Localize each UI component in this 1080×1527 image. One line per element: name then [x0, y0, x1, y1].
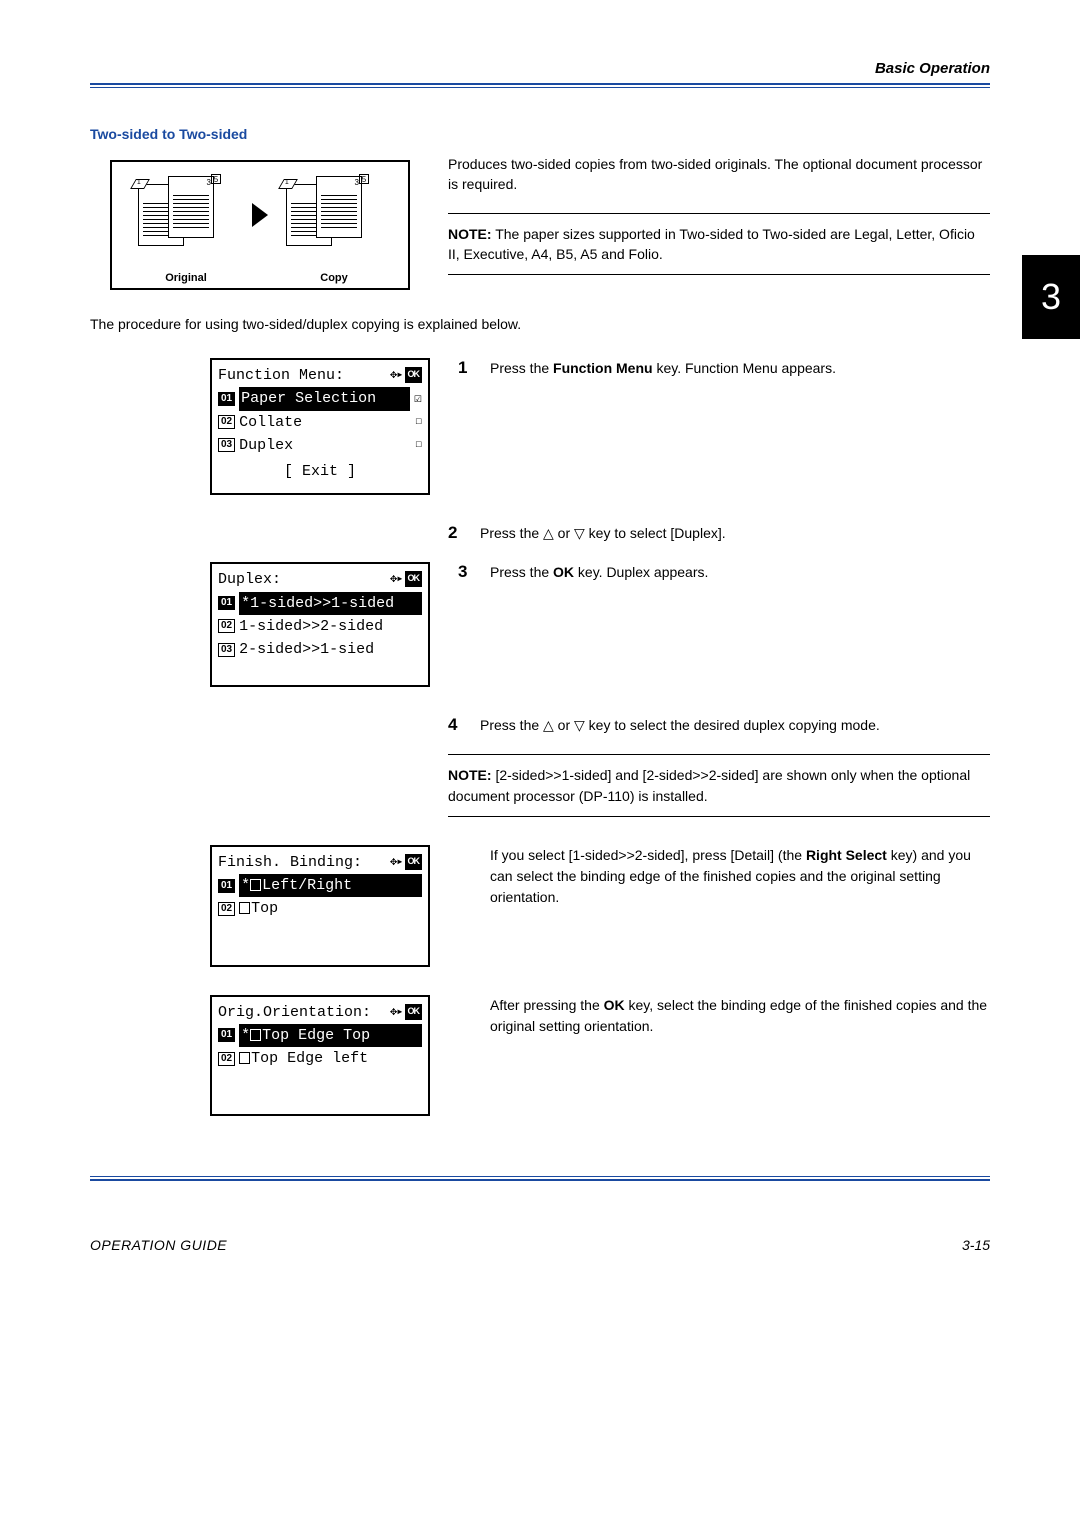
- square-icon: ☐: [415, 414, 422, 431]
- binding-top-icon: [239, 902, 250, 914]
- footer-rule-thick: [90, 1179, 990, 1181]
- lcd4-row1-num: 01: [218, 1028, 235, 1042]
- lcd2-row1-text: *1-sided>>1-sided: [239, 592, 422, 615]
- select-detail-text: If you select [1-sided>>2-sided], press …: [458, 845, 990, 908]
- lcd2-row3-num: 03: [218, 643, 235, 657]
- nav-ok-icon-2: ✥▸OK: [390, 570, 422, 589]
- step1-text: Press the Function Menu key. Function Me…: [490, 358, 990, 379]
- step4-number: 4: [448, 715, 466, 735]
- step2-number: 2: [448, 523, 466, 543]
- nav-ok-icon-3: ✥▸OK: [390, 853, 422, 872]
- duplex-diagram: 1 3 3 5 1 3 3: [110, 160, 410, 290]
- header-rule-thick: [90, 83, 990, 85]
- procedure-intro: The procedure for using two-sided/duplex…: [90, 316, 990, 332]
- lcd1-row1-num: 01: [218, 392, 235, 406]
- header-rule-thin: [90, 87, 990, 88]
- lcd3-row1-text: *Left/Right: [239, 874, 422, 897]
- lcd2-row2-num: 02: [218, 619, 235, 633]
- lcd1-exit: [ Exit ]: [218, 457, 422, 483]
- lcd1-row3-num: 03: [218, 438, 235, 452]
- lcd4-title: Orig.Orientation:: [218, 1001, 371, 1024]
- note1-label: NOTE:: [448, 226, 492, 242]
- fold-num-l1: 1: [137, 179, 141, 186]
- lcd4-row2-text: Top Edge left: [239, 1047, 422, 1070]
- footer-page: 3-15: [962, 1237, 990, 1253]
- after-ok-text: After pressing the OK key, select the bi…: [458, 995, 990, 1037]
- lcd-orig-orientation: Orig.Orientation: ✥▸OK 01 *Top Edge Top …: [210, 995, 430, 1117]
- header-section: Basic Operation: [90, 60, 990, 81]
- lcd1-row2-num: 02: [218, 415, 235, 429]
- nav-ok-icon-4: ✥▸OK: [390, 1003, 422, 1022]
- lcd3-row2-text: Top: [239, 897, 422, 920]
- step4-text: Press the △ or ▽ key to select the desir…: [480, 715, 990, 736]
- nav-ok-icon: ✥▸OK: [390, 366, 422, 385]
- intro-text: Produces two-sided copies from two-sided…: [448, 154, 990, 195]
- dup-num-r: 5: [359, 174, 369, 184]
- lcd3-row2-num: 02: [218, 902, 235, 916]
- lcd2-row3-text: 2-sided>>1-sied: [239, 638, 422, 661]
- note2-label: NOTE:: [448, 767, 492, 783]
- binding-lr-icon: [250, 879, 261, 891]
- step1-number: 1: [458, 358, 476, 378]
- lcd-finish-binding: Finish. Binding: ✥▸OK 01 *Left/Right 02 …: [210, 845, 430, 967]
- orient-top-icon: [250, 1029, 261, 1041]
- note2-text: [2-sided>>1-sided] and [2-sided>>2-sided…: [448, 767, 970, 803]
- dup-num-l: 5: [211, 174, 221, 184]
- square-icon-2: ☐: [415, 437, 422, 454]
- arrow-icon: [252, 203, 268, 227]
- lcd1-row1-text: Paper Selection: [239, 387, 410, 410]
- lcd3-title: Finish. Binding:: [218, 851, 362, 874]
- lcd1-row3-text: Duplex: [239, 434, 411, 457]
- lcd2-title: Duplex:: [218, 568, 281, 591]
- fold-num-r1: 1: [285, 179, 289, 186]
- note-block-2: NOTE: [2-sided>>1-sided] and [2-sided>>2…: [448, 754, 990, 817]
- note1-text: The paper sizes supported in Two-sided t…: [448, 226, 975, 262]
- diagram-copy-label: Copy: [274, 272, 394, 284]
- lcd2-row1-num: 01: [218, 596, 235, 610]
- lcd2-row2-text: 1-sided>>2-sided: [239, 615, 422, 638]
- lcd4-row1-text: *Top Edge Top: [239, 1024, 422, 1047]
- lcd1-title: Function Menu:: [218, 364, 344, 387]
- lcd1-row2-text: Collate: [239, 411, 411, 434]
- lcd3-row1-num: 01: [218, 879, 235, 893]
- footer-guide: OPERATION GUIDE: [90, 1237, 227, 1253]
- lcd-function-menu: Function Menu: ✥▸OK 01 Paper Selection ☑…: [210, 358, 430, 495]
- footer-rule-thin: [90, 1176, 990, 1177]
- check-icon: ☑: [414, 389, 422, 409]
- step3-text: Press the OK key. Duplex appears.: [490, 562, 990, 583]
- lcd4-row2-num: 02: [218, 1052, 235, 1066]
- note-block-1: NOTE: The paper sizes supported in Two-s…: [448, 213, 990, 276]
- orient-left-icon: [239, 1052, 250, 1064]
- lcd-duplex: Duplex: ✥▸OK 01 *1-sided>>1-sided 02 1-s…: [210, 562, 430, 687]
- step3-number: 3: [458, 562, 476, 582]
- chapter-tab: 3: [1022, 255, 1080, 339]
- section-title: Two-sided to Two-sided: [90, 126, 990, 142]
- step2-text: Press the △ or ▽ key to select [Duplex].: [480, 523, 990, 544]
- diagram-original-label: Original: [126, 272, 246, 284]
